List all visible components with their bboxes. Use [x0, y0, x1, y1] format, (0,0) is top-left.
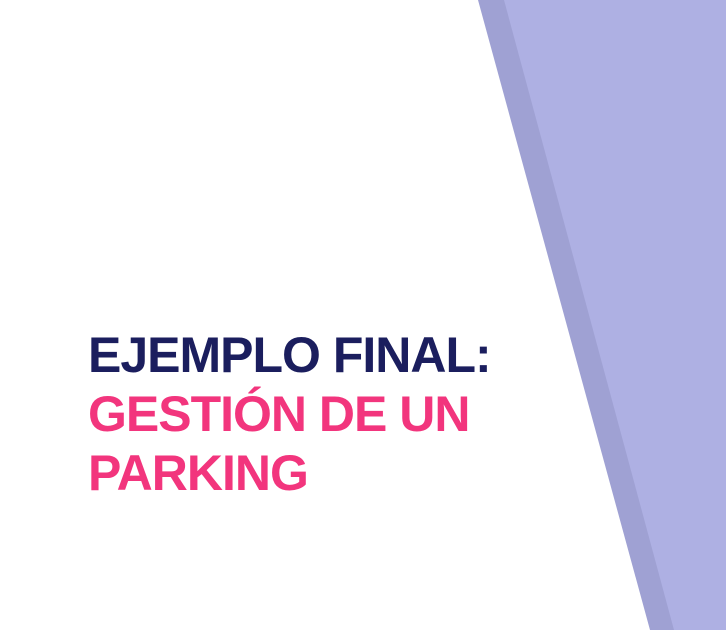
title-line-1: EJEMPLO FINAL: — [88, 327, 492, 383]
decorative-side-panel — [478, 0, 726, 630]
title-line-2: GESTIÓN DE UN — [88, 386, 470, 442]
title-line-3: PARKING — [88, 445, 309, 501]
panel-light-fill — [504, 0, 726, 630]
title-slide: EJEMPLO FINAL: GESTIÓN DE UN PARKING — [0, 0, 726, 630]
slide-title: EJEMPLO FINAL: GESTIÓN DE UN PARKING — [88, 326, 548, 503]
